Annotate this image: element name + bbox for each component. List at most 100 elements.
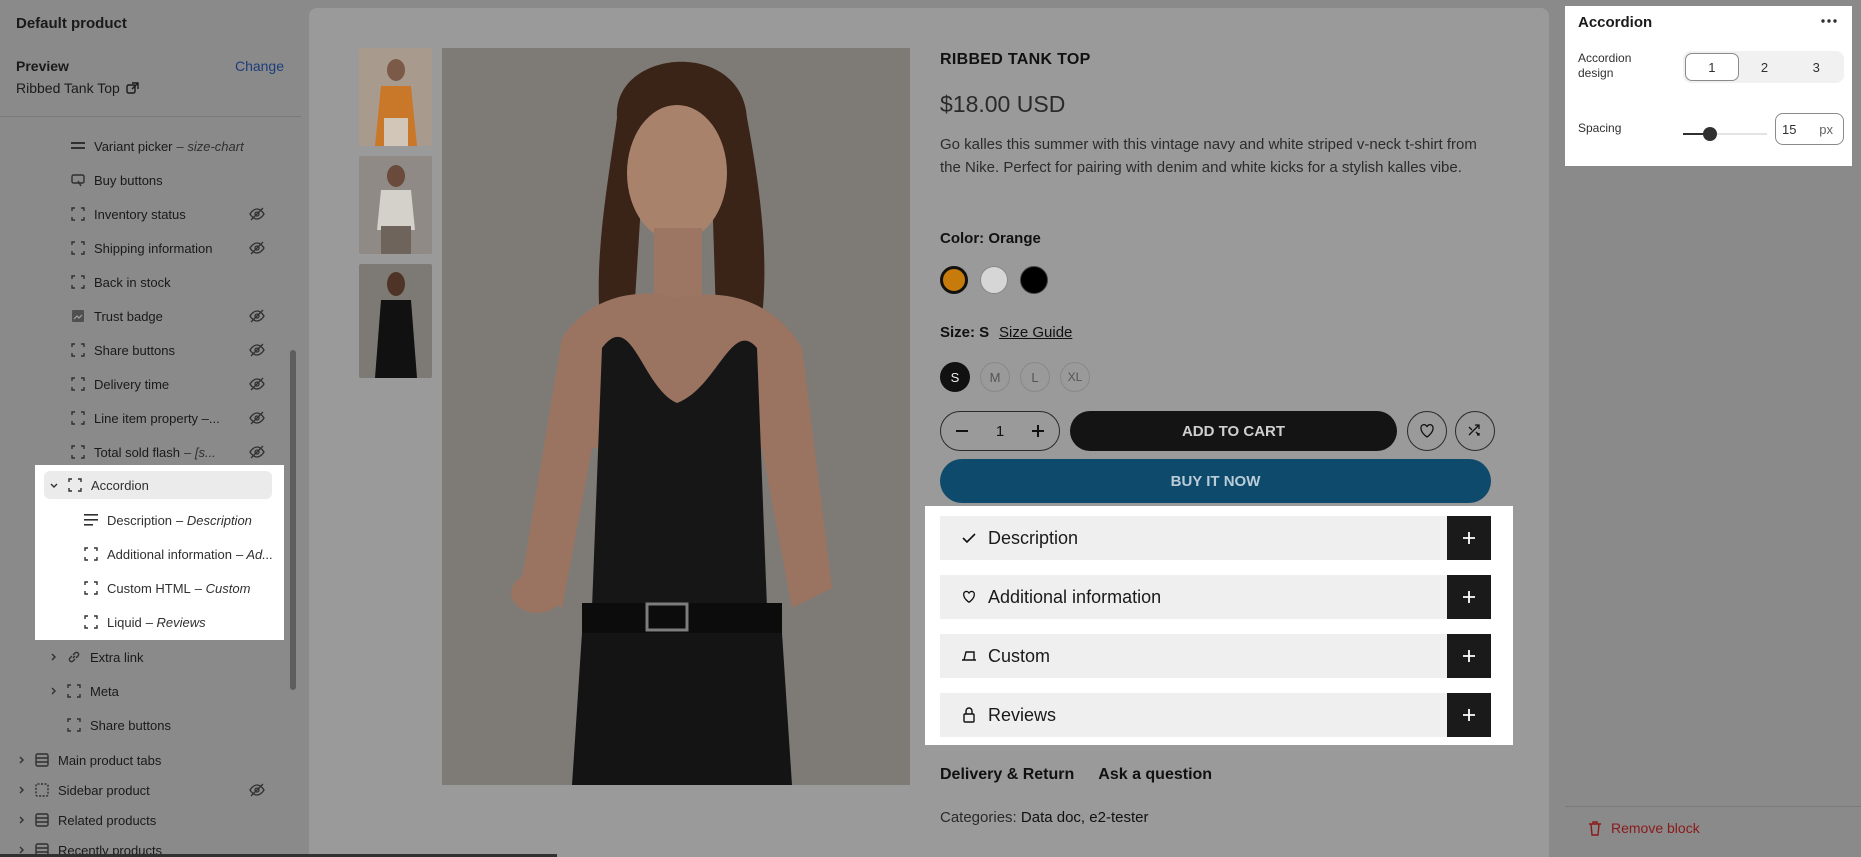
quantity-value[interactable]: 1 <box>996 423 1004 440</box>
categories-value[interactable]: Data doc, e2-tester <box>1021 809 1149 826</box>
block-frame-icon <box>67 477 83 493</box>
accordion-item-reviews[interactable]: Reviews <box>940 693 1491 737</box>
block-item-trust-badge[interactable]: Trust badge <box>70 301 265 331</box>
block-item-accordion[interactable]: Accordion <box>67 470 149 500</box>
change-preview-link[interactable]: Change <box>235 58 284 74</box>
preview-label: Preview <box>16 58 69 74</box>
preview-product-link[interactable]: Ribbed Tank Top <box>16 80 139 96</box>
block-label: Custom HTML <box>107 580 191 596</box>
spacing-input[interactable]: 15 px <box>1775 113 1844 145</box>
hidden-eye-icon[interactable] <box>249 206 265 222</box>
accordion-child-liquid[interactable]: Liquid – Reviews <box>83 607 206 637</box>
size-label: Size: S <box>940 324 989 341</box>
accordion-block-group: Accordion Description – Description Addit… <box>35 465 284 640</box>
size-option-xl[interactable]: XL <box>1060 362 1090 392</box>
block-label: Trust badge <box>94 308 163 324</box>
hidden-eye-icon[interactable] <box>249 240 265 256</box>
product-description: Go kalles this summer with this vintage … <box>940 136 1477 176</box>
block-item-extra-link[interactable]: Extra link <box>66 642 143 672</box>
hidden-eye-icon[interactable] <box>249 308 265 324</box>
block-item-meta[interactable]: Meta <box>66 676 119 706</box>
block-item-variant-picker[interactable]: Variant picker – size-chart <box>70 131 244 161</box>
chevron-down-icon[interactable] <box>48 480 60 492</box>
chevron-right-icon[interactable] <box>16 784 28 796</box>
block-item-back-in-stock[interactable]: Back in stock <box>70 267 265 297</box>
plus-icon[interactable] <box>1447 516 1491 560</box>
thumbnail-1[interactable] <box>359 48 432 146</box>
block-item-inventory-status[interactable]: Inventory status <box>70 199 265 229</box>
hidden-eye-icon[interactable] <box>249 342 265 358</box>
remove-block-label: Remove block <box>1611 820 1700 836</box>
accordion-item-description[interactable]: Description <box>940 516 1491 560</box>
block-item-total-sold-flash[interactable]: Total sold flash – [s... <box>70 437 265 467</box>
section-sidebar-product[interactable]: Sidebar product <box>34 775 265 805</box>
accordion-child-custom-html[interactable]: Custom HTML – Custom <box>83 573 250 603</box>
color-label-text: Color: Orange <box>940 230 1041 247</box>
accordion-item-additional-information[interactable]: Additional information <box>940 575 1491 619</box>
plus-icon[interactable] <box>1447 575 1491 619</box>
trash-icon <box>1589 820 1601 836</box>
accordion-item-custom[interactable]: Custom <box>940 634 1491 678</box>
accordion-design-label: Accordion design <box>1578 51 1632 80</box>
add-to-cart-button[interactable]: ADD TO CART <box>1070 411 1397 451</box>
chevron-right-icon[interactable] <box>48 685 60 697</box>
hidden-eye-icon[interactable] <box>249 444 265 460</box>
block-item-share-buttons-2[interactable]: Share buttons <box>66 710 171 740</box>
section-icon <box>34 782 50 798</box>
truck-icon <box>960 647 978 665</box>
size-option-s[interactable]: S <box>940 362 970 392</box>
chevron-right-icon[interactable] <box>48 651 60 663</box>
block-item-line-item-property[interactable]: Line item property –... <box>70 403 265 433</box>
plus-icon[interactable] <box>1447 634 1491 678</box>
block-label: Inventory status <box>94 206 186 222</box>
plus-icon[interactable] <box>1447 693 1491 737</box>
compare-button[interactable] <box>1455 411 1495 451</box>
section-related-products[interactable]: Related products <box>34 805 156 835</box>
product-main-image[interactable] <box>442 48 910 785</box>
delivery-return-link[interactable]: Delivery & Return <box>940 766 1074 784</box>
design-option-3[interactable]: 3 <box>1790 53 1842 81</box>
block-item-share-buttons[interactable]: Share buttons <box>70 335 265 365</box>
settings-title: Accordion <box>1578 14 1653 31</box>
swatch-white[interactable] <box>980 266 1008 294</box>
spacing-slider[interactable] <box>1683 126 1767 142</box>
accordion-child-additional-information[interactable]: Additional information – Ad... <box>83 539 273 569</box>
plus-icon[interactable] <box>1031 424 1045 438</box>
thumbnail-image <box>359 264 432 378</box>
size-option-m[interactable]: M <box>980 362 1010 392</box>
block-frame-icon <box>83 580 99 596</box>
chevron-right-icon[interactable] <box>16 754 28 766</box>
product-title: RIBBED TANK TOP <box>940 51 1091 68</box>
section-label: Main product tabs <box>58 752 162 768</box>
swatch-orange[interactable] <box>940 266 968 294</box>
size-option-l[interactable]: L <box>1020 362 1050 392</box>
design-option-1[interactable]: 1 <box>1685 53 1739 81</box>
design-option-2[interactable]: 2 <box>1739 53 1791 81</box>
hidden-eye-icon[interactable] <box>249 376 265 392</box>
block-label: Liquid <box>107 614 142 630</box>
model-photo <box>442 48 910 785</box>
thumbnail-3[interactable] <box>359 264 432 378</box>
more-options-icon[interactable] <box>1820 18 1838 24</box>
minus-icon[interactable] <box>955 424 969 438</box>
sidebar-scrollbar[interactable] <box>290 350 296 690</box>
wishlist-button[interactable] <box>1407 411 1447 451</box>
thumbnail-2[interactable] <box>359 156 432 254</box>
buy-it-now-button[interactable]: BUY IT NOW <box>940 459 1491 503</box>
size-guide-link[interactable]: Size Guide <box>999 324 1072 341</box>
storefront-preview: RIBBED TANK TOP $18.00 USD Go kalles thi… <box>309 8 1549 857</box>
section-main-product-tabs[interactable]: Main product tabs <box>34 745 161 775</box>
block-item-shipping-information[interactable]: Shipping information <box>70 233 265 263</box>
accordion-child-description[interactable]: Description – Description <box>83 505 252 535</box>
color-label: Color: Orange <box>940 230 1041 247</box>
chevron-right-icon[interactable] <box>16 814 28 826</box>
hidden-eye-icon[interactable] <box>249 782 265 798</box>
block-label: Description <box>107 512 173 528</box>
block-item-delivery-time[interactable]: Delivery time <box>70 369 265 399</box>
swatch-black[interactable] <box>1020 266 1048 294</box>
block-item-buy-buttons[interactable]: Buy buttons <box>70 165 163 195</box>
hidden-eye-icon[interactable] <box>249 410 265 426</box>
thumbnail-image <box>359 156 432 254</box>
ask-question-link[interactable]: Ask a question <box>1098 766 1212 784</box>
remove-block-button[interactable]: Remove block <box>1588 820 1700 836</box>
